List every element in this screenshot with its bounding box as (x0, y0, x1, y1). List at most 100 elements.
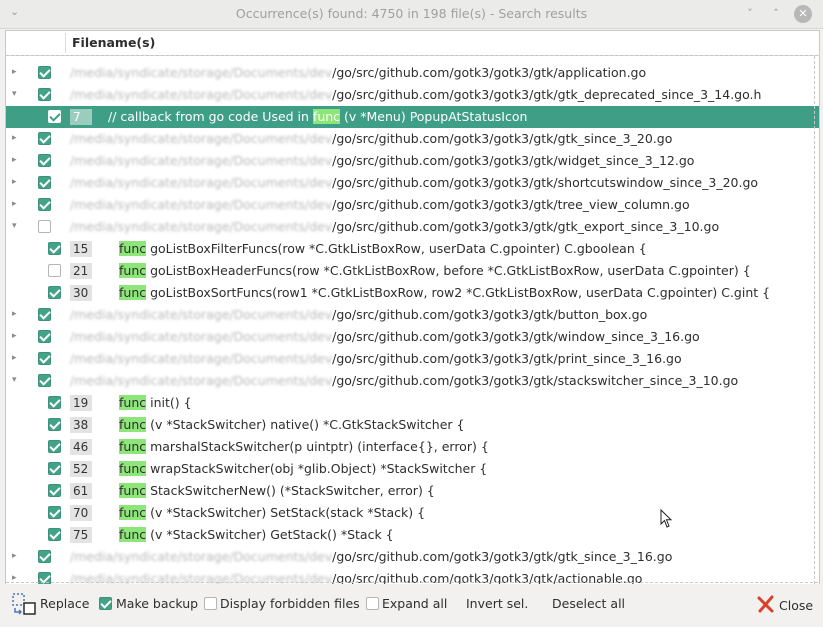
file-path: /media/syndicate/storage/Documents/dev/g… (70, 153, 694, 168)
file-checkbox[interactable] (38, 198, 51, 211)
match-row[interactable]: 19 func init() { (6, 392, 819, 414)
make-backup-checkbox[interactable] (99, 597, 112, 610)
collapse-arrow-icon[interactable]: ▾ (12, 374, 22, 386)
expand-arrow-icon[interactable]: ▸ (12, 132, 22, 144)
path-prefix: /media/syndicate/storage/Documents/dev (70, 307, 333, 322)
file-row[interactable]: ▸ /media/syndicate/storage/Documents/dev/… (6, 304, 819, 326)
file-path: /media/syndicate/storage/Documents/dev/g… (70, 307, 647, 322)
line-number: 7 (70, 109, 92, 125)
match-keyword: func (119, 461, 147, 476)
close-window-icon[interactable]: ✕ (794, 5, 812, 23)
file-path: /media/syndicate/storage/Documents/dev/g… (70, 373, 738, 388)
match-row[interactable]: 46 func marshalStackSwitcher(p uintptr) (… (6, 436, 819, 458)
file-path: /media/syndicate/storage/Documents/dev/g… (70, 351, 682, 366)
collapse-arrow-icon[interactable]: ▾ (12, 220, 22, 232)
file-row[interactable]: ▸ /media/syndicate/storage/Documents/dev/… (6, 62, 819, 84)
line-number: 30 (70, 285, 92, 301)
title-bar: ⌄ Occurrence(s) found: 4750 in 198 file(… (0, 0, 823, 29)
match-checkbox[interactable] (48, 462, 61, 475)
expand-arrow-icon[interactable]: ▸ (12, 330, 22, 342)
file-checkbox[interactable] (38, 88, 51, 101)
match-text: func (v *StackSwitcher) native() *C.GtkS… (119, 417, 464, 432)
expand-arrow-icon[interactable]: ▸ (12, 352, 22, 364)
header-divider (6, 55, 818, 57)
file-checkbox[interactable] (38, 220, 51, 233)
match-pre: // callback from go code Used in (108, 109, 313, 124)
expand-arrow-icon[interactable]: ▸ (12, 154, 22, 166)
expand-arrow-icon[interactable]: ▸ (12, 550, 22, 562)
path-prefix: /media/syndicate/storage/Documents/dev (70, 373, 333, 388)
match-checkbox[interactable] (48, 506, 61, 519)
file-row[interactable]: ▾ /media/syndicate/storage/Documents/dev/… (6, 216, 819, 238)
match-checkbox[interactable] (48, 484, 61, 497)
match-row[interactable]: 52 func wrapStackSwitcher(obj *glib.Objec… (6, 458, 819, 480)
match-checkbox[interactable] (48, 528, 61, 541)
file-checkbox[interactable] (38, 154, 51, 167)
file-row[interactable]: ▾ /media/syndicate/storage/Documents/dev/… (6, 370, 819, 392)
file-checkbox[interactable] (38, 176, 51, 189)
minimize-icon[interactable]: ˅ (741, 5, 759, 23)
file-path: /media/syndicate/storage/Documents/dev/g… (70, 175, 758, 190)
deselect-all-button[interactable]: Deselect all (552, 596, 625, 611)
match-row[interactable]: 21 func goListBoxHeaderFuncs(row *C.GtkLi… (6, 260, 819, 282)
match-keyword: func (119, 263, 147, 278)
match-keyword: func (119, 285, 147, 300)
invert-selection-button[interactable]: Invert sel. (466, 596, 528, 611)
file-checkbox[interactable] (38, 66, 51, 79)
expand-arrow-icon[interactable]: ▸ (12, 66, 22, 78)
file-checkbox[interactable] (38, 330, 51, 343)
file-row[interactable]: ▾ /media/syndicate/storage/Documents/dev/… (6, 84, 819, 106)
match-keyword: func (312, 109, 341, 124)
file-row[interactable]: ▸ /media/syndicate/storage/Documents/dev/… (6, 150, 819, 172)
match-keyword: func (119, 241, 147, 256)
path-prefix: /media/syndicate/storage/Documents/dev (70, 153, 333, 168)
file-row[interactable]: ▸ /media/syndicate/storage/Documents/dev/… (6, 172, 819, 194)
file-path: /media/syndicate/storage/Documents/dev/g… (70, 219, 719, 234)
match-checkbox[interactable] (48, 242, 61, 255)
match-post: goListBoxHeaderFuncs(row *C.GtkListBoxRo… (146, 263, 751, 278)
path-suffix: /go/src/github.com/gotk3/gotk3/gtk/widge… (332, 153, 695, 168)
maximize-icon[interactable]: ˄ (767, 5, 785, 23)
match-keyword: func (119, 395, 147, 410)
display-forbidden-checkbox[interactable] (204, 597, 217, 610)
match-checkbox[interactable] (48, 418, 61, 431)
column-header-filename[interactable]: Filename(s) (72, 35, 155, 50)
expand-arrow-icon[interactable]: ▸ (12, 176, 22, 188)
file-row[interactable]: ▸ /media/syndicate/storage/Documents/dev/… (6, 194, 819, 216)
line-number: 21 (70, 263, 92, 279)
file-checkbox[interactable] (38, 132, 51, 145)
file-row[interactable]: ▸ /media/syndicate/storage/Documents/dev/… (6, 326, 819, 348)
collapse-arrow-icon[interactable]: ▾ (12, 88, 22, 100)
path-prefix: /media/syndicate/storage/Documents/dev (70, 329, 333, 344)
match-keyword: func (119, 417, 147, 432)
match-row[interactable]: 7 // callback from go code Used in func (… (6, 106, 819, 128)
match-post: (v *StackSwitcher) native() *C.GtkStackS… (146, 417, 465, 432)
match-checkbox[interactable] (48, 396, 61, 409)
vertical-scrollbar[interactable] (814, 56, 819, 584)
file-checkbox[interactable] (38, 374, 51, 387)
match-row[interactable]: 38 func (v *StackSwitcher) native() *C.Gt… (6, 414, 819, 436)
match-checkbox[interactable] (48, 110, 61, 123)
match-row[interactable]: 30 func goListBoxSortFuncs(row1 *C.GtkLis… (6, 282, 819, 304)
match-checkbox[interactable] (48, 286, 61, 299)
file-checkbox[interactable] (38, 550, 51, 563)
expand-arrow-icon[interactable]: ▸ (12, 308, 22, 320)
file-checkbox[interactable] (38, 308, 51, 321)
match-row[interactable]: 70 func (v *StackSwitcher) SetStack(stack… (6, 502, 819, 524)
expand-all-checkbox[interactable] (366, 597, 379, 610)
column-separator[interactable] (65, 33, 66, 53)
file-row[interactable]: ▸ /media/syndicate/storage/Documents/dev/… (6, 348, 819, 370)
file-row[interactable]: ▸ /media/syndicate/storage/Documents/dev/… (6, 128, 819, 150)
file-row[interactable]: ▸ /media/syndicate/storage/Documents/dev/… (6, 546, 819, 568)
expand-arrow-icon[interactable]: ▸ (12, 198, 22, 210)
results-tree[interactable]: Filename(s) ▸ /media/syndicate/storage/Do… (5, 30, 820, 585)
match-checkbox[interactable] (48, 264, 61, 277)
match-row[interactable]: 75 func (v *StackSwitcher) GetStack() *St… (6, 524, 819, 546)
match-row[interactable]: 61 func StackSwitcherNew() (*StackSwitche… (6, 480, 819, 502)
match-checkbox[interactable] (48, 440, 61, 453)
line-number: 46 (70, 439, 92, 455)
match-row[interactable]: 15 func goListBoxFilterFuncs(row *C.GtkLi… (6, 238, 819, 260)
path-prefix: /media/syndicate/storage/Documents/dev (70, 549, 333, 564)
path-prefix: /media/syndicate/storage/Documents/dev (70, 65, 333, 80)
file-checkbox[interactable] (38, 352, 51, 365)
